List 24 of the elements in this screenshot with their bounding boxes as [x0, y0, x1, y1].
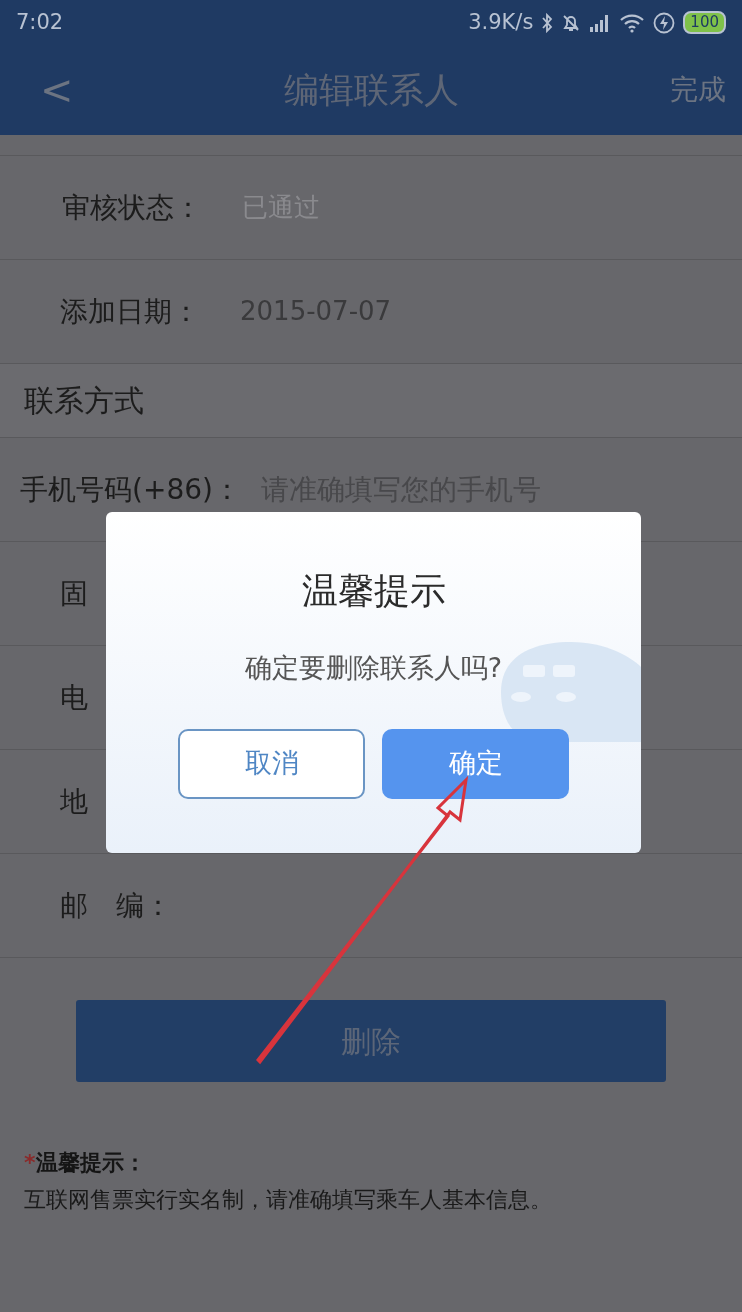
field-label: 邮 编：: [60, 887, 172, 924]
field-label: 添加日期：: [60, 293, 200, 330]
field-label: 手机号码(+86)：: [20, 471, 241, 508]
charging-icon: [653, 11, 676, 34]
field-label: 审核状态：: [62, 189, 202, 226]
section-heading: 联系方式: [24, 382, 144, 420]
cancel-button[interactable]: 取消: [178, 728, 365, 799]
field-label: 地: [60, 783, 88, 820]
bluetooth-icon: [541, 12, 554, 33]
page-title: 编辑联系人: [283, 68, 459, 112]
battery-indicator: 100: [683, 11, 726, 34]
network-speed: 3.9K/s: [468, 8, 534, 36]
wifi-icon: [619, 12, 646, 33]
dialog-message: 确定要删除联系人吗?: [244, 651, 503, 685]
delete-button[interactable]: 删除: [76, 1000, 666, 1082]
field-label: 固: [60, 575, 88, 612]
field-label: 电: [60, 679, 88, 716]
status-time: 7:02: [16, 8, 64, 36]
back-button[interactable]: <: [40, 70, 74, 110]
confirm-button[interactable]: 确定: [382, 728, 569, 799]
notice-text: 互联网售票实行实名制，请准确填写乘车人基本信息。: [24, 1186, 553, 1214]
notice-title: *温馨提示：: [24, 1149, 147, 1177]
dialog-title: 温馨提示: [301, 569, 446, 613]
done-button[interactable]: 完成: [670, 69, 726, 111]
